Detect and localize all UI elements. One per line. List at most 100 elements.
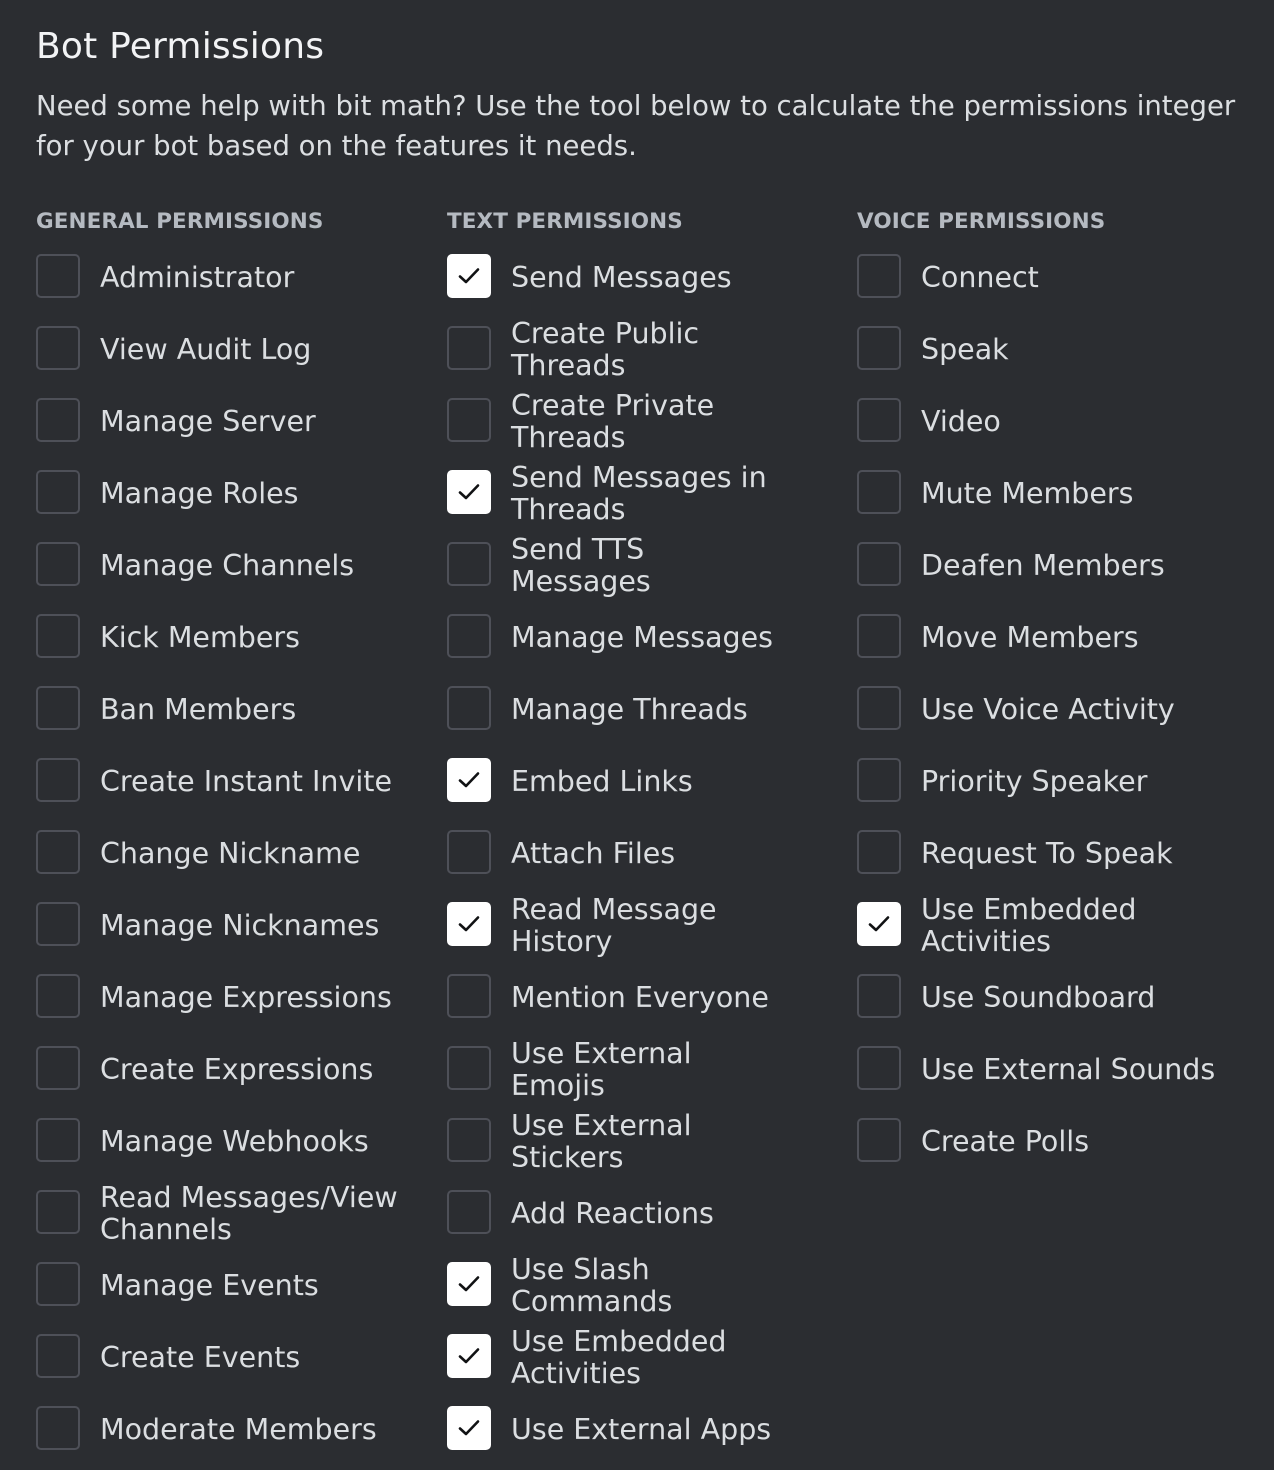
permission-checkbox[interactable]: [447, 254, 491, 298]
permission-label: View Audit Log: [100, 333, 312, 366]
bot-permissions-panel: Bot Permissions Need some help with bit …: [0, 0, 1274, 1470]
permission-general-view-audit-log[interactable]: View Audit Log: [36, 314, 426, 386]
permission-text-use-external-apps[interactable]: Use External Apps: [447, 1394, 837, 1466]
permission-checkbox[interactable]: [36, 1406, 80, 1450]
permission-voice-video[interactable]: Video: [857, 386, 1267, 458]
permission-checkbox[interactable]: [447, 686, 491, 730]
permission-voice-use-voice-activity[interactable]: Use Voice Activity: [857, 674, 1267, 746]
permission-checkbox[interactable]: [447, 542, 491, 586]
permission-checkbox[interactable]: [36, 398, 80, 442]
permission-text-send-tts-messages[interactable]: Send TTS Messages: [447, 530, 837, 602]
permission-text-use-embedded-activities[interactable]: Use Embedded Activities: [447, 1322, 837, 1394]
permission-checkbox[interactable]: [36, 470, 80, 514]
permission-general-create-events[interactable]: Create Events: [36, 1322, 426, 1394]
permission-checkbox[interactable]: [36, 830, 80, 874]
permission-general-manage-channels[interactable]: Manage Channels: [36, 530, 426, 602]
permission-checkbox[interactable]: [447, 326, 491, 370]
permission-general-read-messages-view-channels[interactable]: Read Messages/View Channels: [36, 1178, 426, 1250]
permission-checkbox[interactable]: [857, 902, 901, 946]
permission-checkbox[interactable]: [857, 470, 901, 514]
permission-checkbox[interactable]: [447, 1334, 491, 1378]
permission-checkbox[interactable]: [857, 398, 901, 442]
permission-checkbox[interactable]: [447, 1046, 491, 1090]
permission-voice-request-to-speak[interactable]: Request To Speak: [857, 818, 1267, 890]
permission-label: Administrator: [100, 261, 295, 294]
permission-checkbox[interactable]: [36, 254, 80, 298]
permission-text-send-messages-in-threads[interactable]: Send Messages in Threads: [447, 458, 837, 530]
permission-voice-create-polls[interactable]: Create Polls: [857, 1106, 1267, 1178]
permission-checkbox[interactable]: [36, 1262, 80, 1306]
permission-text-read-message-history[interactable]: Read Message History: [447, 890, 837, 962]
permission-checkbox[interactable]: [36, 902, 80, 946]
permission-checkbox[interactable]: [447, 614, 491, 658]
permission-checkbox[interactable]: [857, 614, 901, 658]
permission-voice-use-external-sounds[interactable]: Use External Sounds: [857, 1034, 1267, 1106]
permission-general-moderate-members[interactable]: Moderate Members: [36, 1394, 426, 1466]
permission-text-manage-messages[interactable]: Manage Messages: [447, 602, 837, 674]
permission-checkbox[interactable]: [447, 830, 491, 874]
permission-checkbox[interactable]: [447, 902, 491, 946]
permission-voice-move-members[interactable]: Move Members: [857, 602, 1267, 674]
permission-general-change-nickname[interactable]: Change Nickname: [36, 818, 426, 890]
permission-checkbox[interactable]: [857, 1046, 901, 1090]
permission-checkbox[interactable]: [857, 1118, 901, 1162]
permission-voice-connect[interactable]: Connect: [857, 242, 1267, 314]
permission-voice-use-embedded-activities[interactable]: Use Embedded Activities: [857, 890, 1267, 962]
permission-checkbox[interactable]: [447, 974, 491, 1018]
permission-general-create-expressions[interactable]: Create Expressions: [36, 1034, 426, 1106]
permission-checkbox[interactable]: [36, 542, 80, 586]
permission-checkbox[interactable]: [447, 470, 491, 514]
permission-text-create-private-threads[interactable]: Create Private Threads: [447, 386, 837, 458]
permission-checkbox[interactable]: [36, 1190, 80, 1234]
permission-checkbox[interactable]: [857, 686, 901, 730]
permission-general-administrator[interactable]: Administrator: [36, 242, 426, 314]
permission-label: Add Reactions: [511, 1197, 714, 1230]
permission-checkbox[interactable]: [36, 686, 80, 730]
permission-checkbox[interactable]: [447, 758, 491, 802]
permission-checkbox[interactable]: [857, 758, 901, 802]
permission-general-manage-server[interactable]: Manage Server: [36, 386, 426, 458]
permission-checkbox[interactable]: [447, 1262, 491, 1306]
permission-text-embed-links[interactable]: Embed Links: [447, 746, 837, 818]
permission-text-create-public-threads[interactable]: Create Public Threads: [447, 314, 837, 386]
permission-voice-use-soundboard[interactable]: Use Soundboard: [857, 962, 1267, 1034]
permission-checkbox[interactable]: [857, 542, 901, 586]
permission-text-use-external-emojis[interactable]: Use External Emojis: [447, 1034, 837, 1106]
permission-general-kick-members[interactable]: Kick Members: [36, 602, 426, 674]
permission-text-add-reactions[interactable]: Add Reactions: [447, 1178, 837, 1250]
permission-text-use-slash-commands[interactable]: Use Slash Commands: [447, 1250, 837, 1322]
permission-voice-priority-speaker[interactable]: Priority Speaker: [857, 746, 1267, 818]
permission-text-send-messages[interactable]: Send Messages: [447, 242, 837, 314]
permission-label: Mute Members: [921, 477, 1134, 510]
permission-general-create-instant-invite[interactable]: Create Instant Invite: [36, 746, 426, 818]
permission-general-manage-roles[interactable]: Manage Roles: [36, 458, 426, 530]
permission-checkbox[interactable]: [857, 326, 901, 370]
permission-checkbox[interactable]: [447, 398, 491, 442]
permission-voice-deafen-members[interactable]: Deafen Members: [857, 530, 1267, 602]
permission-checkbox[interactable]: [857, 254, 901, 298]
permission-voice-mute-members[interactable]: Mute Members: [857, 458, 1267, 530]
permission-checkbox[interactable]: [36, 1118, 80, 1162]
permission-text-use-external-stickers[interactable]: Use External Stickers: [447, 1106, 837, 1178]
permission-voice-speak[interactable]: Speak: [857, 314, 1267, 386]
page-title: Bot Permissions: [36, 26, 325, 67]
permission-checkbox[interactable]: [447, 1118, 491, 1162]
permission-checkbox[interactable]: [36, 326, 80, 370]
permission-text-mention-everyone[interactable]: Mention Everyone: [447, 962, 837, 1034]
permission-checkbox[interactable]: [36, 1046, 80, 1090]
permission-checkbox[interactable]: [36, 1334, 80, 1378]
permission-checkbox[interactable]: [857, 830, 901, 874]
permission-general-manage-events[interactable]: Manage Events: [36, 1250, 426, 1322]
permission-text-manage-threads[interactable]: Manage Threads: [447, 674, 837, 746]
permission-checkbox[interactable]: [36, 758, 80, 802]
permission-general-ban-members[interactable]: Ban Members: [36, 674, 426, 746]
permission-checkbox[interactable]: [36, 614, 80, 658]
permission-general-manage-webhooks[interactable]: Manage Webhooks: [36, 1106, 426, 1178]
permission-general-manage-nicknames[interactable]: Manage Nicknames: [36, 890, 426, 962]
permission-text-attach-files[interactable]: Attach Files: [447, 818, 837, 890]
permission-checkbox[interactable]: [447, 1406, 491, 1450]
permission-checkbox[interactable]: [36, 974, 80, 1018]
permission-general-manage-expressions[interactable]: Manage Expressions: [36, 962, 426, 1034]
permission-checkbox[interactable]: [447, 1190, 491, 1234]
permission-checkbox[interactable]: [857, 974, 901, 1018]
